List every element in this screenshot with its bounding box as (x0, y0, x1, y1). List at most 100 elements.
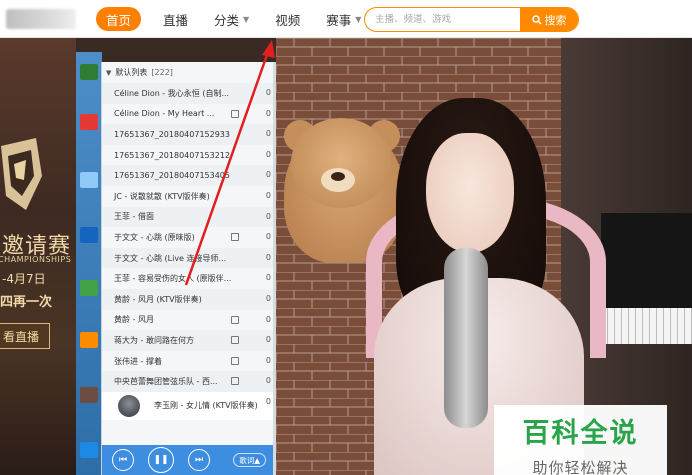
track-row[interactable]: 17651367_20180407153405 0 (102, 165, 273, 186)
watermark-subtitle: 助你轻松解决 (532, 459, 629, 475)
desktop-app-icon[interactable] (80, 227, 98, 243)
teddy-bear-nose (331, 172, 345, 181)
search-input[interactable] (365, 8, 520, 31)
track-number: 0 (265, 149, 271, 159)
desktop-app-icon[interactable] (80, 442, 98, 458)
mv-icon[interactable] (231, 356, 239, 365)
top-navigation-bar: 首页 直播 分类▼ 视频 赛事▼ 搜索 (0, 0, 692, 38)
mv-icon[interactable] (231, 315, 239, 324)
mv-icon[interactable] (231, 109, 239, 118)
site-logo[interactable] (6, 9, 76, 29)
track-row[interactable]: 蒋大为 - 敢问路在何方 0 (102, 330, 273, 351)
mv-icon[interactable] (231, 233, 239, 242)
search-box: 搜索 (364, 7, 579, 32)
track-title: 王菲 - 借面 (114, 212, 154, 222)
track-number: 0 (265, 108, 271, 118)
nav-home[interactable]: 首页 (96, 7, 142, 31)
chevron-down-icon: ▼ (355, 14, 362, 24)
track-row[interactable]: JC - 说散就散 (KTV版伴奏) 0 (102, 186, 273, 207)
watermark: 百科全说 助你轻松解决 (494, 405, 667, 475)
nav-live[interactable]: 直播 (163, 7, 188, 31)
track-title: 17651367_20180407153212 (114, 150, 230, 160)
chevron-down-icon: ▼ (243, 14, 250, 24)
search-icon (531, 14, 542, 25)
main-nav: 首页 直播 分类 ▼ 视频 赛事 ▼ (96, 7, 387, 31)
track-title: JC - 说散就散 (KTV版伴奏) (114, 191, 210, 201)
track-row[interactable]: 黄龄 - 风月 (KTV版伴奏) 0 (102, 288, 273, 310)
track-number: 0 (265, 355, 271, 365)
live-stage: 邀请赛 CHAMPIONSHIPS -4月7日 四再一次 看直播 ▼ 默认列表 … (0, 38, 692, 475)
track-number: 0 (265, 211, 271, 221)
desktop-app-icon[interactable] (80, 280, 98, 296)
track-title: 17651367_20180407153405 (114, 171, 230, 181)
lyrics-button[interactable]: 歌词 ▲ (233, 453, 266, 467)
pause-button[interactable]: ❚❚ (148, 447, 174, 473)
nav-categories-label: 分类 (214, 12, 240, 28)
track-title: Céline Dion - 我心永恒 (自制... (114, 88, 230, 98)
banner-slogan: 四再一次 (0, 295, 53, 310)
playlist-header[interactable]: ▼ 默认列表 [222] (102, 62, 273, 83)
mv-icon[interactable] (231, 377, 239, 386)
artist-avatar (118, 394, 140, 417)
track-number: 0 (265, 396, 271, 406)
desktop-icon-strip (76, 52, 102, 475)
nav-events[interactable]: 赛事 ▼ (326, 7, 361, 31)
track-title: 17651367_20180407152933 (114, 129, 230, 139)
watch-live-button[interactable]: 看直播 (0, 323, 50, 349)
track-number: 0 (265, 335, 271, 345)
banner-subtitle: CHAMPIONSHIPS (0, 255, 72, 264)
watermark-title: 百科全说 (522, 418, 639, 449)
track-number: 0 (265, 232, 271, 242)
nav-home-label: 首页 (106, 12, 132, 28)
playlist-count: [222] (151, 68, 173, 77)
nav-categories[interactable]: 分类 ▼ (214, 7, 249, 31)
track-number: 0 (265, 293, 271, 303)
track-title: 于文文 - 心跳 (原味版) (114, 232, 195, 242)
track-title: 王菲 - 容易受伤的女人 (原版伴... (114, 274, 232, 284)
track-number: 0 (265, 170, 271, 180)
player-controls: ⏮ ❚❚ ⏭ 歌词 ▲ (102, 445, 274, 475)
music-player-playlist: ▼ 默认列表 [222] Céline Dion - 我心永恒 (自制... 0 C… (101, 62, 274, 475)
track-title: 蒋大为 - 敢问路在何方 (114, 335, 194, 345)
mv-icon[interactable] (231, 336, 239, 345)
track-row[interactable]: 于文文 - 心跳 (Live 连接导师... 0 (102, 247, 273, 269)
now-playing-track[interactable]: 李玉刚 - 女儿情 (KTV版伴奏) 0 (102, 391, 273, 420)
search-button[interactable]: 搜索 (520, 8, 578, 31)
track-row[interactable]: 王菲 - 借面 0 (102, 206, 273, 228)
chevron-up-icon: ▲ (254, 455, 260, 465)
track-row[interactable]: 王菲 - 容易受伤的女人 (原版伴... 0 (102, 268, 273, 289)
track-row[interactable]: 黄龄 - 风月 0 (102, 310, 273, 331)
track-title: 中央芭蕾舞团管弦乐队 - 西... (114, 377, 218, 387)
previous-button[interactable]: ⏮ (112, 449, 134, 471)
track-row[interactable]: 中央芭蕾舞团管弦乐队 - 西... 0 (102, 371, 273, 392)
desktop-app-icon[interactable] (80, 172, 98, 188)
teddy-bear-head (291, 118, 391, 208)
track-row[interactable]: 17651367_20180407153212 0 (102, 145, 273, 166)
search-button-label: 搜索 (544, 13, 567, 27)
track-row[interactable]: 于文文 - 心跳 (原味版) 0 (102, 227, 273, 248)
track-row[interactable]: 张伟进 - 撑着 0 (102, 351, 273, 372)
track-list: Céline Dion - 我心永恒 (自制... 0 Céline Dion - … (102, 83, 273, 392)
desktop-app-icon[interactable] (80, 114, 98, 130)
tournament-emblem-icon (1, 138, 42, 210)
track-row[interactable]: Céline Dion - My Heart ... 0 (102, 104, 273, 125)
next-button[interactable]: ⏭ (188, 449, 210, 471)
banner-date: -4月7日 (2, 272, 46, 286)
desktop-app-icon[interactable] (80, 332, 98, 348)
nav-videos[interactable]: 视频 (275, 7, 300, 31)
nav-events-label: 赛事 (326, 12, 352, 28)
microphone (444, 248, 488, 428)
promo-banner[interactable]: 邀请赛 CHAMPIONSHIPS -4月7日 四再一次 看直播 (0, 38, 76, 475)
desktop-app-icon[interactable] (80, 387, 98, 403)
nav-videos-label: 视频 (275, 12, 301, 28)
previous-icon: ⏮ (118, 455, 128, 465)
track-number: 0 (265, 273, 271, 283)
track-title: 于文文 - 心跳 (Live 连接导师... (114, 253, 227, 263)
chevron-down-icon[interactable]: ▼ (106, 69, 111, 77)
track-row[interactable]: 17651367_20180407152933 0 (102, 124, 273, 145)
desktop-app-icon[interactable] (80, 64, 98, 80)
track-number: 0 (265, 88, 271, 97)
track-number: 0 (265, 190, 271, 200)
lyrics-button-label: 歌词 (239, 455, 255, 465)
track-row[interactable]: Céline Dion - 我心永恒 (自制... 0 (102, 83, 273, 104)
